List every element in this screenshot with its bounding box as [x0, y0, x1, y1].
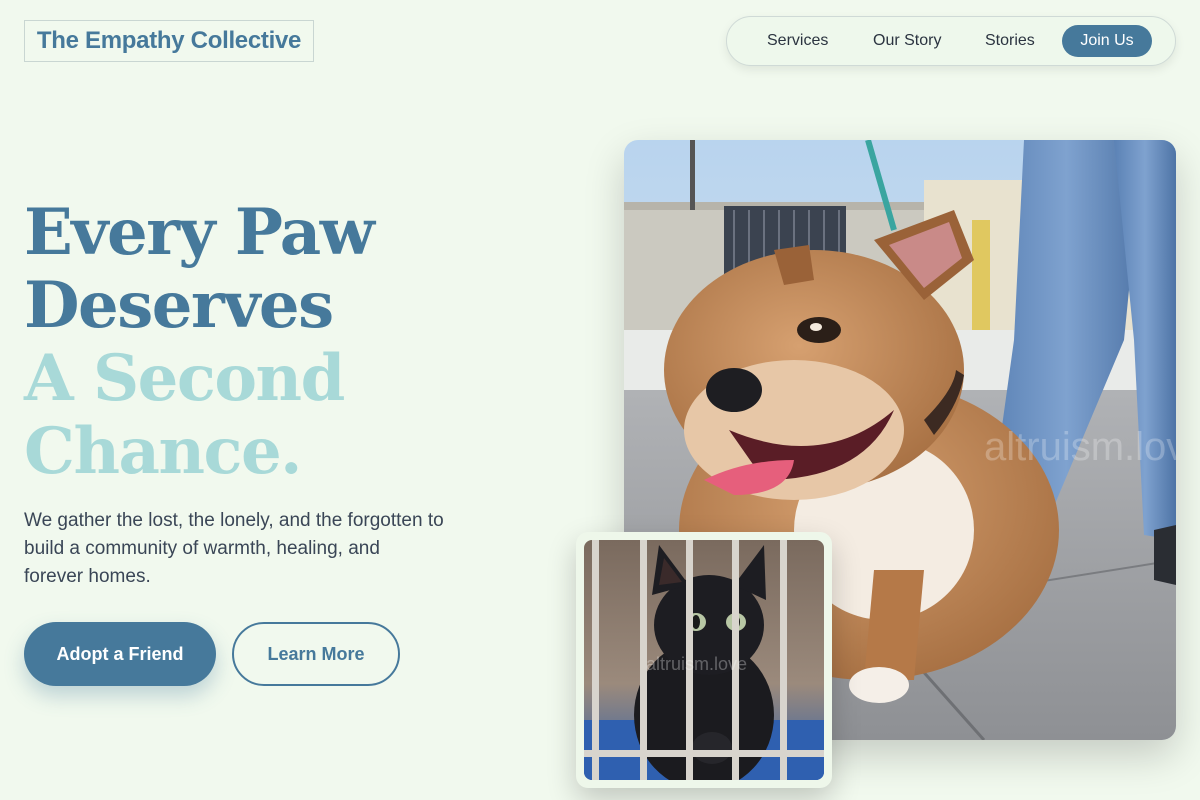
cat-illustration: altruism.love [584, 540, 824, 780]
cat-watermark: altruism.love [646, 654, 747, 674]
cat-photo: altruism.love [584, 540, 824, 780]
headline-line-2: Deserves [24, 268, 334, 343]
nav-link-our-story[interactable]: Our Story [873, 17, 941, 65]
dog-watermark: altruism.love [984, 425, 1176, 469]
brand-name: The Empathy Collective [36, 27, 302, 54]
brand-logo[interactable]: The Empathy Collective [24, 20, 314, 62]
main-nav: Services Our Story Stories Join Us [726, 16, 1176, 66]
nav-link-services[interactable]: Services [767, 17, 828, 65]
adopt-a-friend-button[interactable]: Adopt a Friend [24, 622, 216, 686]
hero-subtext: We gather the lost, the lonely, and the … [24, 510, 444, 587]
headline-line-3: A Second [24, 341, 345, 416]
headline-line-4: Chance. [24, 414, 302, 489]
learn-more-button[interactable]: Learn More [232, 622, 400, 686]
headline-line-1: Every Paw [24, 195, 375, 270]
nav-link-stories[interactable]: Stories [985, 17, 1035, 65]
cat-photo-card: altruism.love [576, 532, 832, 788]
hero-headline: Every Paw Deserves A Second Chance. [24, 195, 375, 489]
join-us-button[interactable]: Join Us [1062, 25, 1152, 57]
